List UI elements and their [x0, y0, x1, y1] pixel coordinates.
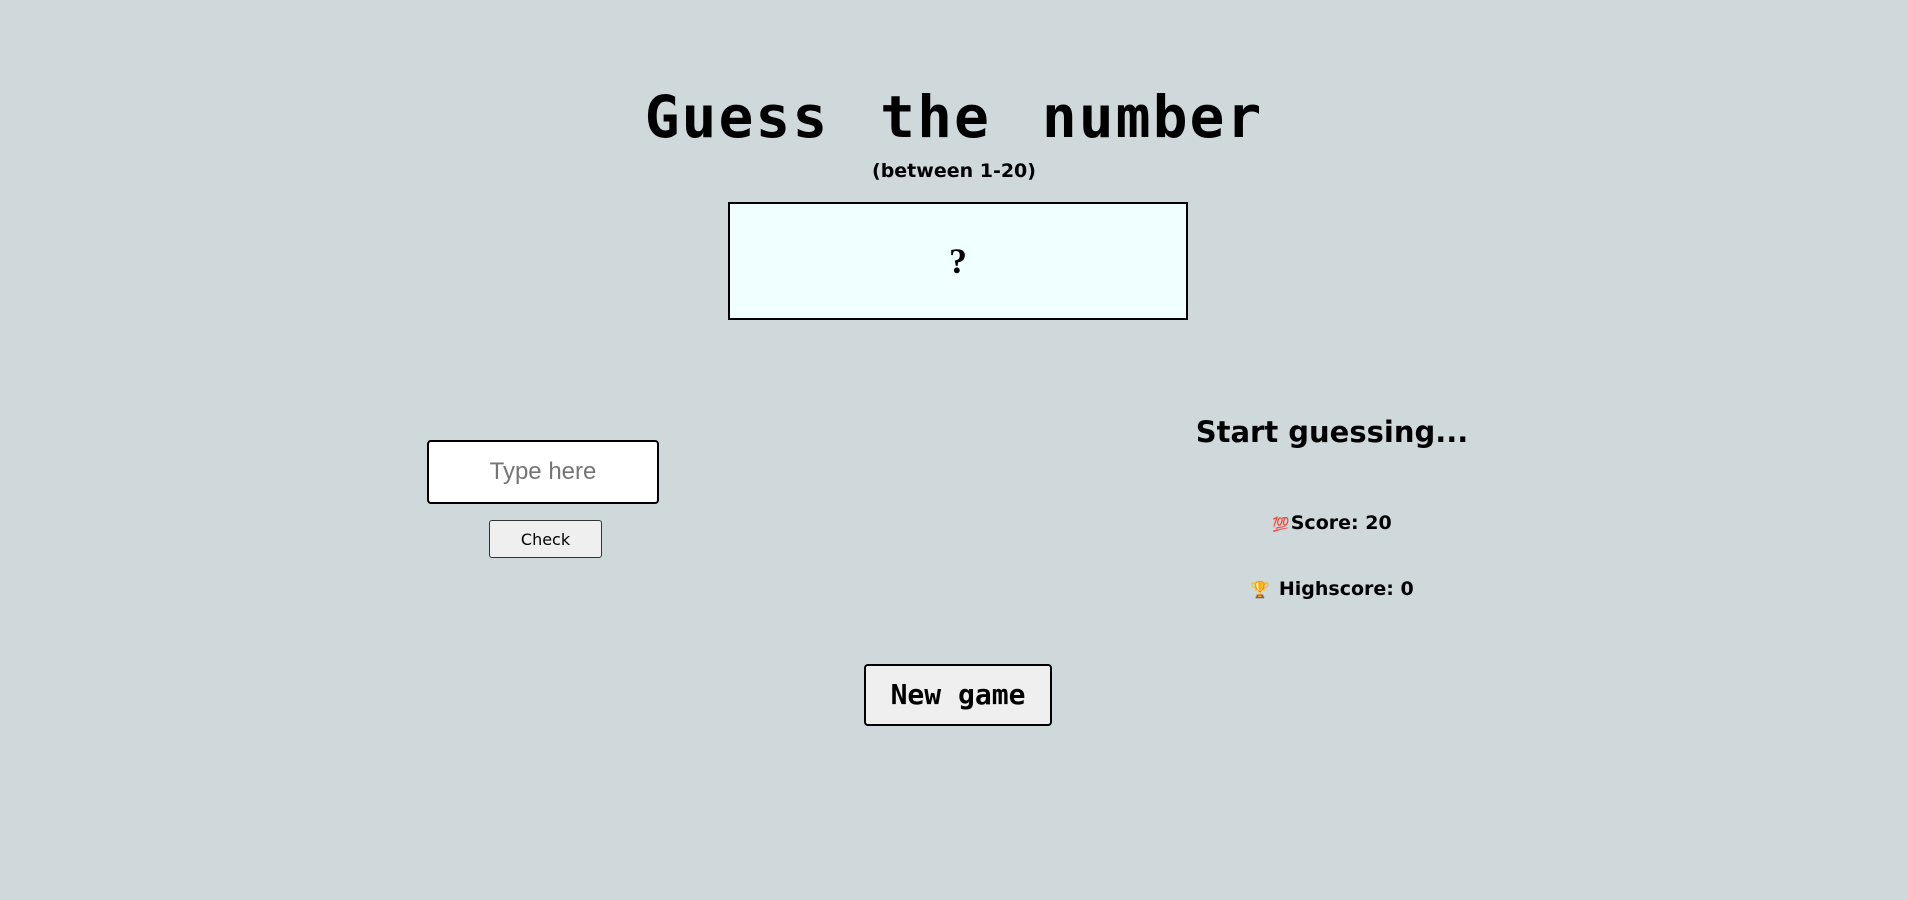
highscore-label: Highscore: 0 — [1278, 578, 1414, 600]
range-hint: (between 1-20) — [872, 160, 1036, 182]
check-button[interactable]: Check — [489, 520, 602, 558]
secret-number: ? — [949, 241, 967, 281]
new-game-button[interactable]: New game — [864, 664, 1052, 726]
secret-number-box: ? — [728, 202, 1188, 320]
trophy-icon: 🏆 — [1250, 580, 1271, 599]
page-title: Guess the number — [644, 83, 1264, 151]
score-label: Score: 20 — [1290, 512, 1392, 534]
guess-input[interactable] — [427, 440, 659, 504]
score-display: 💯 Score: 20 — [1132, 510, 1532, 538]
highscore-display: 🏆 Highscore: 0 — [1132, 576, 1532, 603]
hundred-points-icon: 💯 — [1272, 517, 1289, 533]
status-message: Start guessing... — [1195, 415, 1469, 449]
